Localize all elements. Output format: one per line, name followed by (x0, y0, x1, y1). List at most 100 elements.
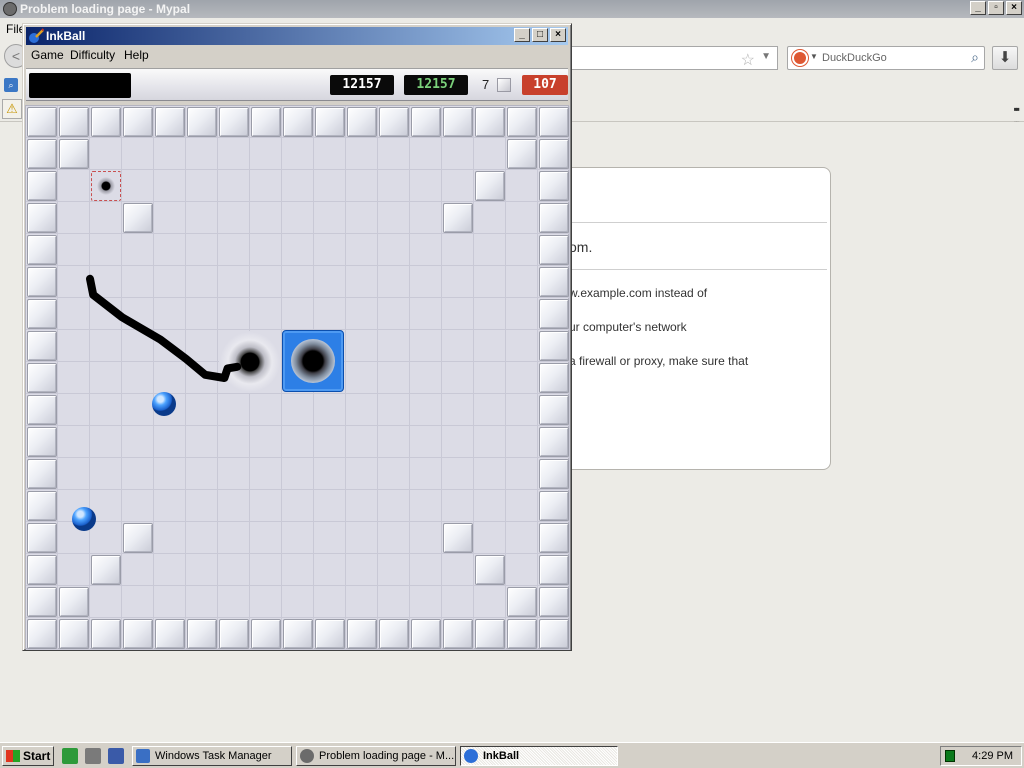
board-cell[interactable] (58, 362, 90, 394)
board-cell[interactable] (122, 234, 154, 266)
board-cell[interactable] (474, 330, 506, 362)
board-cell[interactable] (346, 234, 378, 266)
board-cell[interactable] (410, 298, 442, 330)
board-cell[interactable] (186, 426, 218, 458)
board-cell[interactable] (250, 458, 282, 490)
board-cell[interactable] (186, 394, 218, 426)
board-cell[interactable] (250, 586, 282, 618)
board-cell[interactable] (90, 330, 122, 362)
board-cell[interactable] (122, 362, 154, 394)
inkball-close-button[interactable]: × (550, 28, 566, 42)
board-cell[interactable] (186, 170, 218, 202)
download-button[interactable]: ⬇ (992, 46, 1018, 70)
board-cell[interactable] (186, 330, 218, 362)
board-cell[interactable] (154, 426, 186, 458)
board-cell[interactable] (314, 138, 346, 170)
board-cell[interactable] (250, 202, 282, 234)
board-cell[interactable] (314, 522, 346, 554)
board-cell[interactable] (346, 202, 378, 234)
board-cell[interactable] (282, 234, 314, 266)
board-cell[interactable] (474, 426, 506, 458)
board-cell[interactable] (314, 586, 346, 618)
board-cell[interactable] (154, 554, 186, 586)
board-cell[interactable] (218, 394, 250, 426)
search-box[interactable]: ▼ DuckDuckGo ⌕ (787, 46, 985, 70)
board-cell[interactable] (346, 170, 378, 202)
board-cell[interactable] (410, 170, 442, 202)
board-cell[interactable] (506, 458, 538, 490)
board-cell[interactable] (346, 586, 378, 618)
board-cell[interactable] (122, 458, 154, 490)
task-inkball[interactable]: InkBall (460, 746, 618, 766)
board-cell[interactable] (90, 362, 122, 394)
board-cell[interactable] (314, 170, 346, 202)
board-cell[interactable] (410, 490, 442, 522)
board-cell[interactable] (378, 234, 410, 266)
board-cell[interactable] (218, 490, 250, 522)
board-cell[interactable] (378, 266, 410, 298)
show-desktop-icon[interactable] (62, 748, 78, 764)
board-cell[interactable] (474, 202, 506, 234)
board-cell[interactable] (218, 138, 250, 170)
board-cell[interactable] (58, 266, 90, 298)
start-button[interactable]: Start (2, 746, 54, 766)
board-cell[interactable] (218, 234, 250, 266)
board-cell[interactable] (58, 202, 90, 234)
board-cell[interactable] (154, 266, 186, 298)
board-cell[interactable] (442, 170, 474, 202)
board-cell[interactable] (186, 490, 218, 522)
board-cell[interactable] (58, 298, 90, 330)
board-cell[interactable] (346, 138, 378, 170)
board-cell[interactable] (474, 298, 506, 330)
board-cell[interactable] (506, 298, 538, 330)
task-windows-task-manager[interactable]: Windows Task Manager (132, 746, 292, 766)
board-cell[interactable] (58, 170, 90, 202)
board-cell[interactable] (122, 586, 154, 618)
board-cell[interactable] (282, 426, 314, 458)
board-cell[interactable] (186, 554, 218, 586)
board-cell[interactable] (314, 266, 346, 298)
board-cell[interactable] (218, 170, 250, 202)
board-cell[interactable] (90, 266, 122, 298)
board-cell[interactable] (58, 394, 90, 426)
board-cell[interactable] (58, 234, 90, 266)
board-cell[interactable] (474, 458, 506, 490)
board-cell[interactable] (58, 330, 90, 362)
board-cell[interactable] (122, 330, 154, 362)
board-cell[interactable] (250, 394, 282, 426)
board-cell[interactable] (474, 266, 506, 298)
board-cell[interactable] (474, 362, 506, 394)
board-cell[interactable] (218, 522, 250, 554)
board-cell[interactable] (410, 138, 442, 170)
board-cell[interactable] (154, 522, 186, 554)
board-cell[interactable] (506, 426, 538, 458)
board-cell[interactable] (90, 234, 122, 266)
board-cell[interactable] (410, 554, 442, 586)
board-cell[interactable] (346, 554, 378, 586)
menu-difficulty[interactable]: Difficulty (70, 48, 115, 62)
board-cell[interactable] (410, 458, 442, 490)
close-button[interactable]: × (1006, 1, 1022, 15)
board-cell[interactable] (314, 298, 346, 330)
board-cell[interactable] (506, 330, 538, 362)
board-cell[interactable] (410, 202, 442, 234)
board-cell[interactable] (250, 170, 282, 202)
board-cell[interactable] (442, 266, 474, 298)
restore-button[interactable]: ▫ (988, 1, 1004, 15)
board-cell[interactable] (282, 170, 314, 202)
board-cell[interactable] (154, 298, 186, 330)
board-cell[interactable] (506, 266, 538, 298)
board-cell[interactable] (154, 490, 186, 522)
board-cell[interactable] (314, 234, 346, 266)
board-cell[interactable] (186, 298, 218, 330)
board-cell[interactable] (378, 330, 410, 362)
board-cell[interactable] (474, 586, 506, 618)
board-cell[interactable] (154, 586, 186, 618)
board-cell[interactable] (410, 266, 442, 298)
board-cell[interactable] (218, 202, 250, 234)
inkball-maximize-button[interactable]: □ (532, 28, 548, 42)
menu-game[interactable]: Game (31, 48, 64, 62)
board-cell[interactable] (442, 298, 474, 330)
board-cell[interactable] (442, 330, 474, 362)
board-cell[interactable] (186, 362, 218, 394)
